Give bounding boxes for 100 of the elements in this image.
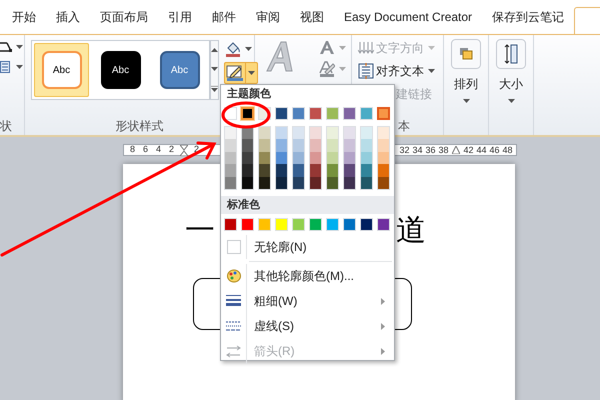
color-swatch[interactable] [327, 176, 338, 189]
connector-icon [0, 41, 12, 53]
large-ribbon-button[interactable]: 排列 [451, 39, 481, 117]
text-direction-icon [358, 41, 374, 55]
menu-item[interactable]: 其他轮廓颜色(M)... [221, 264, 394, 289]
ruler-number: 48 [501, 146, 514, 154]
color-swatch[interactable] [293, 139, 304, 152]
color-swatch[interactable] [276, 139, 287, 152]
shape-style-option[interactable]: Abc [34, 43, 89, 97]
size-icon [496, 39, 526, 69]
caret-icon [508, 99, 514, 103]
caret-icon [339, 67, 346, 71]
color-swatch[interactable] [241, 107, 254, 120]
ribbon-tab[interactable]: 开始 [12, 8, 36, 34]
color-swatch[interactable] [378, 152, 389, 164]
menu-item[interactable]: 虚线(S) [221, 314, 394, 339]
ribbon-tab[interactable]: 插入 [56, 8, 80, 34]
shape-style-option[interactable]: Abc [152, 43, 207, 97]
color-swatch[interactable] [225, 164, 236, 177]
heading-text: 一 [185, 212, 215, 250]
color-swatch[interactable] [225, 176, 236, 189]
ribbon-tab[interactable]: 邮件 [212, 8, 236, 34]
menu-item[interactable]: 无轮廓(N) [221, 234, 394, 259]
color-swatch[interactable] [361, 139, 372, 152]
color-swatch[interactable] [378, 164, 389, 177]
color-swatch[interactable] [310, 164, 321, 177]
color-swatch[interactable] [225, 152, 236, 164]
menu-section-header: 主题颜色 [226, 86, 272, 102]
ruler-number: 42 [462, 146, 474, 154]
scroll-down-icon [211, 66, 218, 71]
ribbon-tab[interactable]: 视图 [300, 8, 324, 34]
color-swatch[interactable] [310, 176, 321, 189]
caret-icon [462, 99, 470, 103]
color-swatch[interactable] [293, 127, 304, 140]
color-swatch[interactable] [344, 152, 355, 164]
color-swatch[interactable] [225, 139, 236, 152]
large-ribbon-button[interactable]: 大小 [496, 39, 526, 117]
color-swatch[interactable] [327, 127, 338, 140]
color-swatch[interactable] [378, 139, 389, 152]
color-swatch[interactable] [361, 127, 372, 140]
text-tool-button[interactable]: 对齐文本 [352, 62, 443, 80]
color-swatch[interactable] [293, 164, 304, 177]
caret-icon [248, 71, 255, 75]
color-swatch[interactable] [242, 139, 253, 152]
color-swatch[interactable] [361, 164, 372, 177]
ruler-number: 44 [475, 146, 488, 154]
color-swatch[interactable] [259, 176, 270, 189]
style-preview: Abc [160, 51, 200, 89]
color-swatch[interactable] [344, 127, 355, 140]
color-swatch[interactable] [378, 176, 389, 189]
color-swatch[interactable] [293, 152, 304, 164]
color-swatch[interactable] [293, 176, 304, 189]
color-swatch[interactable] [259, 164, 270, 177]
color-swatch[interactable] [310, 127, 321, 140]
pencil-icon [226, 65, 244, 81]
caret-icon [16, 45, 23, 49]
color-swatch[interactable] [259, 152, 270, 164]
arrows-icon [226, 344, 241, 358]
submenu-arrow-icon [381, 298, 385, 305]
color-swatch[interactable] [242, 164, 253, 177]
menu-item[interactable]: 粗细(W) [221, 288, 394, 314]
ribbon-tab[interactable]: Easy Document Creator [344, 8, 472, 34]
color-swatch[interactable] [344, 139, 355, 152]
color-swatch[interactable] [276, 127, 287, 140]
empty-box-icon [226, 240, 240, 254]
color-swatch[interactable] [327, 164, 338, 177]
color-swatch[interactable] [377, 107, 390, 120]
color-swatch[interactable] [361, 176, 372, 189]
color-swatch[interactable] [344, 176, 355, 189]
color-swatch[interactable] [225, 127, 236, 140]
color-swatch[interactable] [259, 127, 270, 140]
heading-text: 道 [396, 212, 426, 250]
color-swatch[interactable] [276, 164, 287, 177]
color-swatch[interactable] [327, 139, 338, 152]
ribbon-tab[interactable]: 保存到云笔记 [492, 8, 564, 34]
color-swatch[interactable] [361, 152, 372, 164]
ribbon-tab[interactable]: 审阅 [256, 8, 280, 34]
style-preview: Abc [42, 51, 82, 89]
ruler-number: 46 [488, 146, 500, 154]
color-swatch[interactable] [378, 127, 389, 140]
color-swatch[interactable] [310, 152, 321, 164]
ribbon-tab[interactable]: 引用 [168, 8, 192, 34]
ribbon-tab[interactable]: 页面布局 [100, 8, 148, 34]
ruler-number: 6 [142, 144, 149, 156]
shape-style-option[interactable]: Abc [93, 43, 148, 97]
color-swatch[interactable] [259, 139, 270, 152]
palette-icon [226, 269, 240, 284]
color-swatch[interactable] [276, 152, 287, 164]
shape-outline-button[interactable] [224, 62, 258, 84]
color-swatch[interactable] [242, 152, 253, 164]
color-swatch[interactable] [310, 139, 321, 152]
color-swatch[interactable] [327, 152, 338, 164]
color-swatch[interactable] [242, 176, 253, 189]
color-swatch[interactable] [276, 176, 287, 189]
ruler-number: 2 [168, 144, 175, 156]
menu-section-header: 标准色 [221, 196, 394, 214]
color-swatch[interactable] [344, 164, 355, 177]
annotation-circle [222, 102, 270, 128]
text-box-icon [0, 61, 10, 73]
ruler-number: 32 [398, 146, 410, 154]
